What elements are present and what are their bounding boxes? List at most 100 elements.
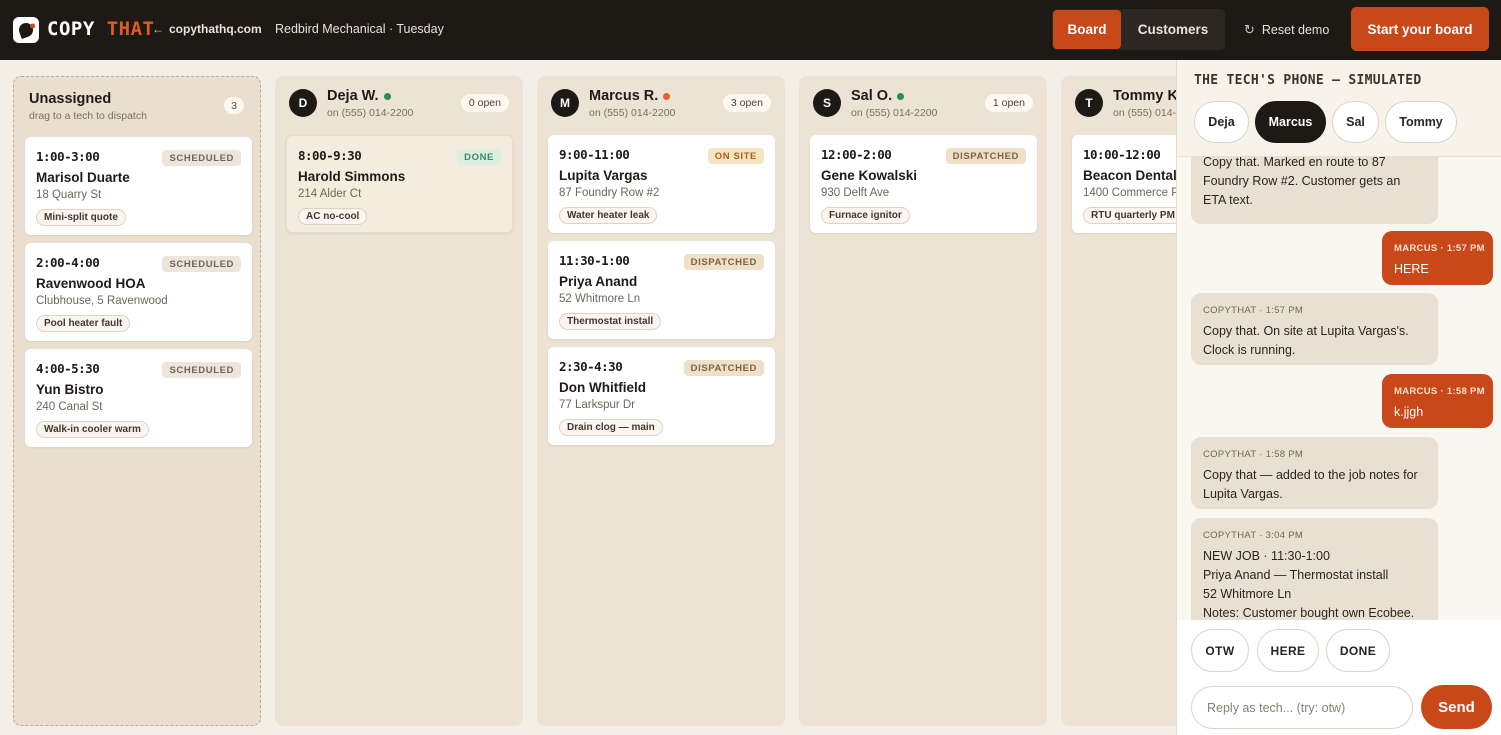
- message-bubble: MARCUS · 1:57 PM HERE: [1382, 231, 1493, 285]
- tech-name: Deja W.: [327, 88, 391, 104]
- job-card[interactable]: 11:30-1:00 DISPATCHED Priya Anand 52 Whi…: [548, 241, 775, 339]
- customer-name: Lupita Vargas: [559, 168, 648, 183]
- job-time: 8:00-9:30: [298, 148, 362, 163]
- message-thread[interactable]: Copy that. Marked en route to 87 Foundry…: [1177, 157, 1501, 620]
- job-time: 10:00-12:00: [1083, 147, 1161, 162]
- job-type-tag: Walk-in cooler warm: [36, 421, 149, 438]
- job-card[interactable]: 2:00-4:00 SCHEDULED Ravenwood HOA Clubho…: [25, 243, 252, 341]
- company-label: Redbird Mechanical · Tuesday: [275, 22, 444, 36]
- message-meta: MARCUS · 1:58 PM: [1394, 386, 1485, 397]
- tech-phone-panel: THE TECH'S PHONE — SIMULATED Deja Marcus…: [1176, 60, 1501, 735]
- quick-reply-done[interactable]: DONE: [1326, 629, 1390, 672]
- job-time: 9:00-11:00: [559, 147, 630, 162]
- message-meta: MARCUS · 1:57 PM: [1394, 243, 1485, 254]
- reset-demo-button[interactable]: ↻ Reset demo: [1244, 22, 1329, 38]
- tech-tab-tommy[interactable]: Tommy: [1385, 101, 1457, 143]
- reset-demo-label: Reset demo: [1261, 23, 1330, 37]
- customer-name: Ravenwood HOA: [36, 276, 146, 291]
- message-line: Copy that. Marked en route to 87: [1203, 157, 1386, 169]
- job-time: 12:00-2:00: [821, 147, 892, 162]
- top-bar: COPY THAT ← copythathq.com Redbird Mechan…: [0, 0, 1501, 60]
- job-type-tag: AC no-cool: [298, 208, 368, 225]
- message-line: Lupita Vargas.: [1203, 487, 1283, 501]
- open-count-badge: 0 open: [460, 94, 509, 112]
- job-card[interactable]: 12:00-2:00 DISPATCHED Gene Kowalski 930 …: [810, 135, 1037, 233]
- message-meta: COPYTHAT · 1:58 PM: [1203, 449, 1304, 460]
- avatar: D: [289, 89, 317, 117]
- job-time: 4:00-5:30: [36, 361, 100, 376]
- customer-name: Gene Kowalski: [821, 168, 918, 183]
- avatar: T: [1075, 89, 1103, 117]
- tech-column-deja: D Deja W. on (555) 014-2200 0 open 8:00-…: [275, 76, 523, 726]
- phone-title: THE TECH'S PHONE — SIMULATED: [1194, 73, 1422, 88]
- tech-name: Marcus R.: [589, 88, 671, 104]
- logo-wordmark[interactable]: COPY THAT: [47, 18, 154, 40]
- tech-phone: on (555) 014-2200: [327, 107, 414, 119]
- job-type-tag: Drain clog — main: [559, 419, 663, 436]
- tech-phone: on (555) 014-2200: [851, 107, 938, 119]
- tech-name-label: Marcus R.: [589, 88, 659, 104]
- message-meta: COPYTHAT · 1:57 PM: [1203, 305, 1304, 316]
- logo-word-copy: COPY: [47, 18, 95, 40]
- message-line: NEW JOB · 11:30-1:00: [1203, 549, 1330, 563]
- tab-customers[interactable]: Customers: [1125, 10, 1221, 49]
- job-address: 18 Quarry St: [36, 189, 102, 201]
- avatar: M: [551, 89, 579, 117]
- job-time: 2:30-4:30: [559, 359, 623, 374]
- tech-tab-sal[interactable]: Sal: [1332, 101, 1379, 143]
- job-card[interactable]: 1:00-3:00 SCHEDULED Marisol Duarte 18 Qu…: [25, 137, 252, 235]
- tech-tab-marcus[interactable]: Marcus: [1255, 101, 1326, 143]
- start-board-button[interactable]: Start your board: [1351, 7, 1489, 51]
- quick-replies: OTW HERE DONE: [1177, 620, 1501, 682]
- message-line: Priya Anand — Thermostat install: [1203, 568, 1389, 582]
- customer-name: Don Whitfield: [559, 380, 646, 395]
- unassigned-column: Unassigned drag to a tech to dispatch 3 …: [13, 76, 261, 726]
- tech-name-label: Tommy K.: [1113, 88, 1183, 104]
- job-type-tag: Water heater leak: [559, 207, 658, 224]
- back-link[interactable]: ← copythathq.com: [152, 22, 262, 36]
- quick-reply-otw[interactable]: OTW: [1191, 629, 1249, 672]
- tech-name: Tommy K.: [1113, 88, 1182, 104]
- refresh-icon: ↻: [1244, 22, 1255, 37]
- customer-name: Harold Simmons: [298, 169, 406, 184]
- message-bubble: MARCUS · 1:58 PM k.jjgh: [1382, 374, 1493, 428]
- open-count-badge: 3 open: [722, 94, 771, 112]
- job-card[interactable]: 2:30-4:30 DISPATCHED Don Whitfield 77 La…: [548, 347, 775, 445]
- message-bubble: COPYTHAT · 1:58 PM Copy that — added to …: [1191, 437, 1438, 509]
- job-card[interactable]: 8:00-9:30 DONE Harold Simmons 214 Alder …: [286, 135, 513, 233]
- message-bubble: Copy that. Marked en route to 87 Foundry…: [1191, 157, 1438, 224]
- status-badge: SCHEDULED: [162, 256, 241, 272]
- job-card[interactable]: 9:00-11:00 ON SITE Lupita Vargas 87 Foun…: [548, 135, 775, 233]
- status-badge: DISPATCHED: [683, 360, 764, 376]
- tech-tab-deja[interactable]: Deja: [1194, 101, 1249, 143]
- status-dot: [383, 92, 391, 100]
- job-address: 77 Larkspur Dr: [559, 399, 636, 411]
- column-title: Unassigned: [29, 91, 112, 107]
- tech-column-sal: S Sal O. on (555) 014-2200 1 open 12:00-…: [799, 76, 1047, 726]
- job-address: 214 Alder Ct: [298, 188, 362, 200]
- message-bubble: COPYTHAT · 3:04 PM NEW JOB · 11:30-1:00 …: [1191, 518, 1438, 620]
- job-address: Clubhouse, 5 Ravenwood: [36, 295, 168, 307]
- status-dot: [897, 92, 905, 100]
- status-badge: SCHEDULED: [162, 150, 241, 166]
- reply-input[interactable]: [1191, 686, 1413, 729]
- logo-icon: [13, 17, 39, 43]
- job-address: 1400 Commerce P: [1083, 187, 1179, 199]
- tab-board[interactable]: Board: [1053, 10, 1121, 49]
- message-line: HERE: [1394, 262, 1429, 276]
- message-line: 52 Whitmore Ln: [1203, 587, 1292, 601]
- customer-name: Priya Anand: [559, 274, 638, 289]
- job-time: 11:30-1:00: [559, 253, 630, 268]
- job-card[interactable]: 4:00-5:30 SCHEDULED Yun Bistro 240 Canal…: [25, 349, 252, 447]
- message-line: Notes: Customer bought own Ecobee.: [1203, 606, 1415, 620]
- tech-name-label: Deja W.: [327, 88, 379, 104]
- column-subtitle: drag to a tech to dispatch: [29, 110, 147, 122]
- job-address: 52 Whitmore Ln: [559, 293, 641, 305]
- message-line: Foundry Row #2. Customer gets an: [1203, 174, 1401, 188]
- job-type-tag: Thermostat install: [559, 313, 662, 330]
- quick-reply-here[interactable]: HERE: [1257, 629, 1319, 672]
- send-button[interactable]: Send: [1421, 685, 1492, 729]
- job-count-badge: 3: [224, 97, 244, 114]
- message-line: Copy that. On site at Lupita Vargas's.: [1203, 324, 1409, 338]
- status-badge: SCHEDULED: [162, 362, 241, 378]
